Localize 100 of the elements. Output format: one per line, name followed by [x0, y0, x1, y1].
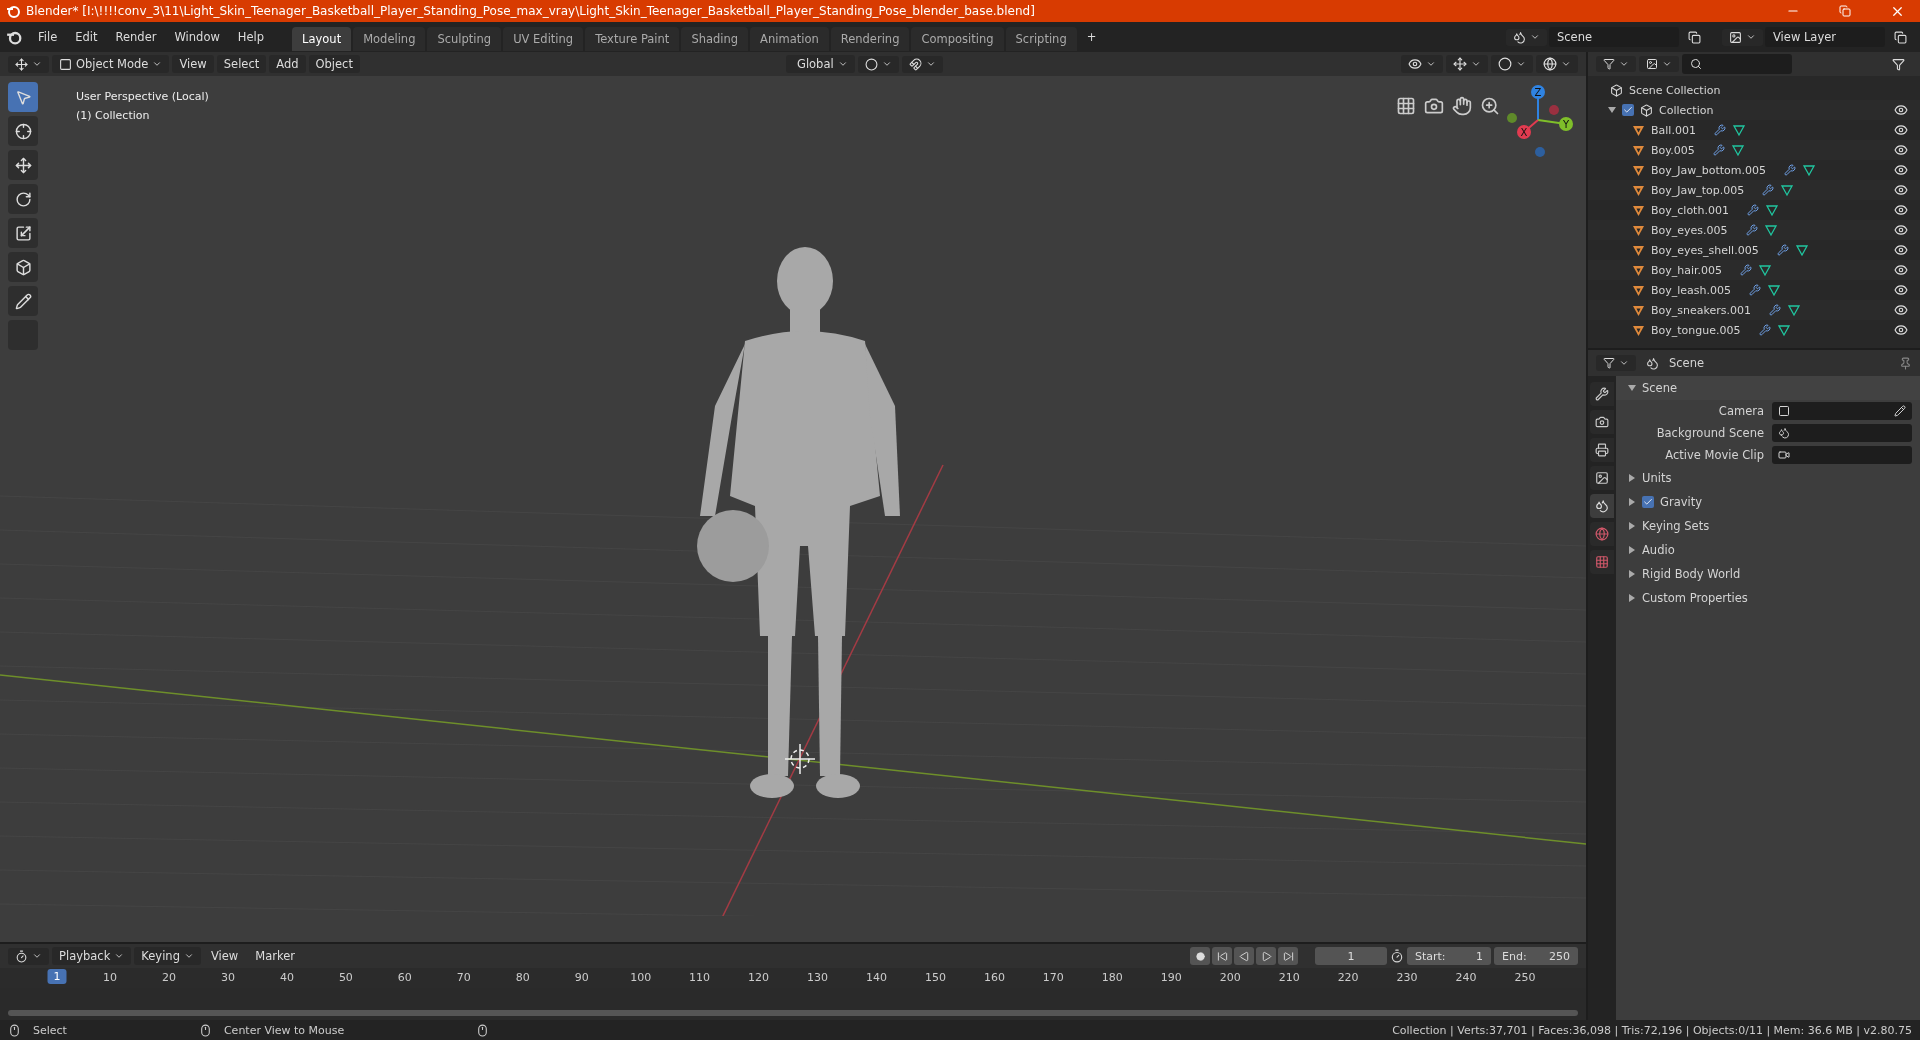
disclosure-triangle-icon[interactable]	[1628, 384, 1636, 392]
editor-type-button[interactable]	[8, 947, 49, 965]
disclosure-triangle-icon[interactable]	[1628, 522, 1636, 530]
menu-item[interactable]: Select	[216, 55, 267, 73]
mode-dropdown[interactable]: Object Mode	[52, 55, 170, 73]
visibility-eye-icon[interactable]	[1894, 263, 1908, 277]
visibility-button[interactable]	[1401, 55, 1443, 73]
visibility-eye-icon[interactable]	[1894, 243, 1908, 257]
grid-icon[interactable]	[1396, 96, 1416, 116]
search-field[interactable]	[1682, 54, 1792, 74]
visibility-eye-icon[interactable]	[1894, 183, 1908, 197]
menu-item[interactable]: Playback	[52, 947, 132, 965]
display-mode-button[interactable]	[1639, 56, 1679, 72]
stopwatch-icon[interactable]	[1390, 949, 1404, 963]
properties-tab[interactable]	[1590, 410, 1614, 434]
disclosure-triangle-icon[interactable]	[1628, 546, 1636, 554]
outliner-item[interactable]: Boy.005	[1651, 143, 1695, 157]
zoom-icon[interactable]	[1480, 96, 1500, 116]
add-workspace-button[interactable]: +	[1078, 27, 1105, 47]
visibility-eye-icon[interactable]	[1894, 303, 1908, 317]
disclosure-triangle-icon[interactable]	[1628, 570, 1636, 578]
menu-item[interactable]: Add	[269, 55, 306, 73]
outliner-item[interactable]: Boy_hair.005	[1651, 263, 1723, 277]
disclosure-triangle-icon[interactable]	[1608, 106, 1616, 114]
menu-item[interactable]: Window	[166, 27, 228, 47]
jump-end-button[interactable]	[1278, 947, 1298, 965]
object-field[interactable]	[1772, 402, 1912, 420]
shading-button[interactable]	[1536, 55, 1578, 73]
menu-item[interactable]: File	[30, 27, 66, 47]
visibility-eye-icon[interactable]	[1894, 123, 1908, 137]
wrench-icon[interactable]	[1769, 304, 1781, 316]
start-frame-field[interactable]: Start: 1	[1407, 947, 1491, 965]
wrench-icon[interactable]	[1758, 324, 1771, 336]
end-frame-field[interactable]: End: 250	[1494, 947, 1578, 965]
outliner-item[interactable]: Scene Collection	[1629, 83, 1721, 97]
scene-selector[interactable]	[1506, 28, 1547, 46]
menu-item[interactable]: View	[203, 947, 246, 965]
visibility-eye-icon[interactable]	[1894, 143, 1908, 157]
visibility-eye-icon[interactable]	[1894, 163, 1908, 177]
visibility-eye-icon[interactable]	[1894, 283, 1908, 297]
tool-button[interactable]	[8, 116, 38, 146]
disclosure-triangle-icon[interactable]	[1628, 594, 1636, 602]
tool-button[interactable]	[8, 252, 38, 282]
menu-item[interactable]: Render	[107, 27, 165, 47]
orientation-dropdown[interactable]: Global	[785, 55, 855, 73]
snap-button[interactable]	[901, 55, 943, 73]
outliner-item[interactable]: Boy_Jaw_top.005	[1651, 183, 1745, 197]
wrench-icon[interactable]	[1712, 144, 1725, 156]
outliner-item[interactable]: Boy_Jaw_bottom.005	[1651, 163, 1767, 177]
pivot-button[interactable]	[857, 55, 899, 73]
gizmo-button[interactable]	[1446, 55, 1488, 73]
editor-type-button[interactable]	[1596, 355, 1636, 371]
jump-start-button[interactable]	[1212, 947, 1232, 965]
visibility-eye-icon[interactable]	[1894, 103, 1908, 117]
workspace-tab[interactable]: Sculpting	[427, 27, 502, 51]
panel-header[interactable]: Scene	[1616, 376, 1920, 400]
axis-gizmo[interactable]: Z Y X	[1500, 82, 1576, 162]
disclosure-triangle-icon[interactable]	[1628, 474, 1636, 482]
tool-button[interactable]	[8, 286, 38, 316]
outliner-item[interactable]: Boy_eyes.005	[1651, 223, 1728, 237]
play-reverse-button[interactable]	[1234, 947, 1254, 965]
outliner-item[interactable]: Boy_eyes_shell.005	[1651, 243, 1759, 257]
properties-tab[interactable]	[1590, 382, 1614, 406]
workspace-tab[interactable]: Texture Paint	[585, 27, 680, 51]
wrench-icon[interactable]	[1762, 184, 1775, 196]
view-layer-selector[interactable]	[1722, 28, 1763, 46]
properties-tab[interactable]	[1590, 466, 1614, 490]
tool-button[interactable]	[8, 150, 38, 180]
outliner-item[interactable]: Boy_cloth.001	[1651, 203, 1729, 217]
wrench-icon[interactable]	[1784, 164, 1797, 176]
object-field[interactable]	[1772, 424, 1912, 442]
view-layer-field[interactable]: View Layer	[1765, 27, 1885, 47]
menu-item[interactable]: View	[172, 55, 214, 73]
workspace-tab[interactable]: Scripting	[1005, 27, 1077, 51]
editor-type-button[interactable]	[8, 55, 49, 73]
hand-icon[interactable]	[1452, 96, 1472, 116]
tool-button[interactable]	[8, 218, 38, 248]
3d-viewport[interactable]: User Perspective (Local) (1) Collection Z Y X	[0, 76, 1586, 942]
properties-tab[interactable]	[1590, 438, 1614, 462]
camera-icon[interactable]	[1424, 96, 1444, 116]
wrench-icon[interactable]	[1746, 204, 1759, 216]
workspace-tab[interactable]: Compositing	[911, 27, 1004, 51]
panel-checkbox[interactable]	[1642, 496, 1654, 508]
tool-button[interactable]	[8, 184, 38, 214]
workspace-tab[interactable]: Shading	[681, 27, 749, 51]
wrench-icon[interactable]	[1713, 124, 1726, 136]
visibility-eye-icon[interactable]	[1894, 323, 1908, 337]
menu-item[interactable]: Marker	[248, 947, 302, 965]
outliner-item[interactable]: Boy_sneakers.001	[1651, 303, 1751, 317]
scene-field[interactable]: Scene	[1549, 27, 1679, 47]
visibility-eye-icon[interactable]	[1894, 223, 1908, 237]
workspace-tab[interactable]: Modeling	[353, 27, 426, 51]
current-frame-marker[interactable]: 1	[47, 969, 67, 984]
disclosure-triangle-icon[interactable]	[1628, 498, 1636, 506]
menu-item[interactable]: Object	[308, 55, 360, 73]
eyedropper-icon[interactable]	[1894, 405, 1906, 417]
properties-tab[interactable]	[1590, 494, 1614, 518]
outliner-item[interactable]: Boy_tongue.005	[1651, 323, 1741, 337]
record-button[interactable]	[1190, 947, 1210, 965]
menu-item[interactable]: Keying	[134, 947, 201, 965]
